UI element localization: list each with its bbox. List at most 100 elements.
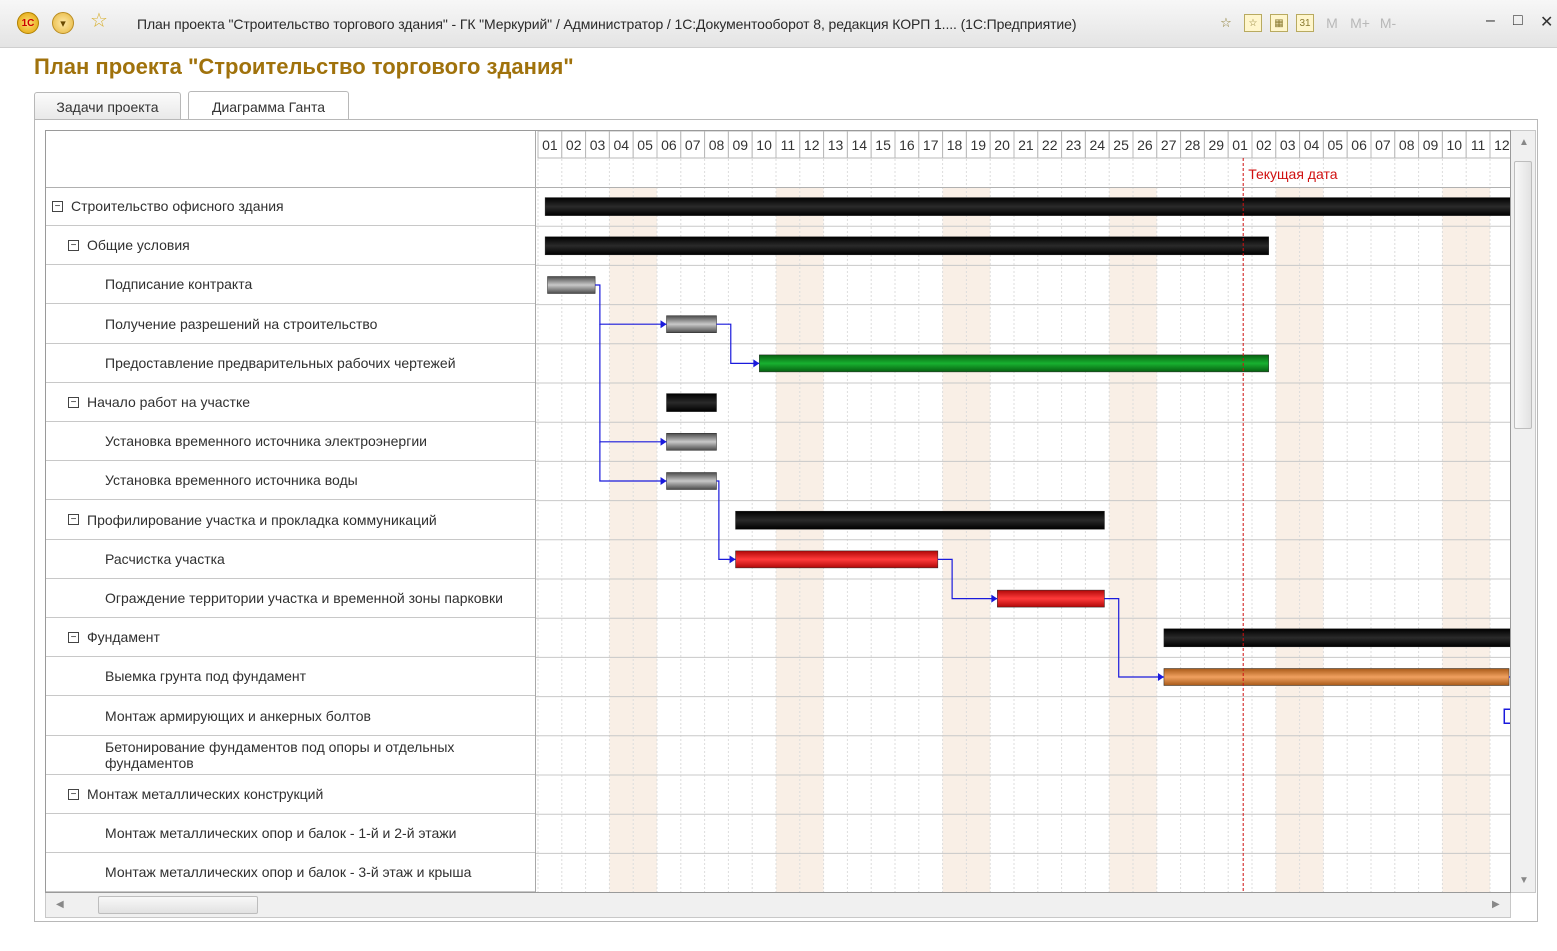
summary-bar bbox=[735, 510, 1105, 530]
current-date-label: Текущая дата bbox=[1248, 166, 1338, 182]
day-header-label: 06 bbox=[1351, 137, 1367, 153]
day-header-label: 17 bbox=[923, 137, 939, 153]
gantt-timeline[interactable]: 01 02 03 04 05 06 07 08 09 10 11 12 13 14 15 16 17 18 19 20… bbox=[536, 131, 1511, 893]
task-row[interactable]: Бетонирование фундаментов под опоры и от… bbox=[46, 736, 536, 775]
day-header-label: 02 bbox=[566, 137, 582, 153]
scroll-right-icon[interactable]: ▶ bbox=[1492, 899, 1500, 910]
task-row[interactable]: Монтаж армирующих и анкерных болтов bbox=[46, 697, 536, 736]
task-row[interactable]: Предоставление предварительных рабочих ч… bbox=[46, 344, 536, 383]
task-label: Профилирование участка и прокладка комму… bbox=[87, 511, 437, 528]
task-group-row[interactable]: − Строительство офисного здания bbox=[46, 187, 536, 226]
task-bar bbox=[666, 472, 717, 490]
day-header-label: 01 bbox=[1232, 137, 1248, 153]
day-header-label: 07 bbox=[1375, 137, 1391, 153]
task-row[interactable]: Ограждение территории участка и временно… bbox=[46, 579, 536, 618]
task-bar bbox=[1163, 668, 1510, 686]
day-header-label: 08 bbox=[709, 137, 725, 153]
horizontal-scroll-thumb[interactable] bbox=[98, 896, 258, 914]
day-header-label: 28 bbox=[1185, 137, 1201, 153]
collapse-toggle-icon[interactable]: − bbox=[68, 788, 79, 800]
task-row[interactable]: Подписание контракта bbox=[46, 265, 536, 305]
day-header-label: 10 bbox=[756, 137, 772, 153]
column-divider[interactable] bbox=[535, 131, 536, 892]
task-row[interactable]: Расчистка участка bbox=[46, 540, 536, 579]
task-row[interactable]: Монтаж металлических опор и балок - 3-й … bbox=[46, 853, 536, 892]
vertical-scrollbar[interactable]: ▲ ▼ bbox=[1511, 130, 1536, 893]
calculator-icon[interactable]: ▦ bbox=[1270, 14, 1288, 32]
day-header-label: 19 bbox=[971, 137, 987, 153]
day-header-label: 11 bbox=[1471, 137, 1486, 153]
task-row[interactable]: Установка временного источника воды bbox=[46, 461, 536, 501]
task-label: Монтаж металлических опор и балок - 3-й … bbox=[105, 864, 472, 881]
day-header-label: 13 bbox=[828, 137, 844, 153]
maximize-button[interactable]: □ bbox=[1513, 12, 1523, 30]
title-toolbar: ☆ ☆ ▦ 31 M M+ M- bbox=[1216, 11, 1398, 35]
task-bar bbox=[997, 589, 1105, 608]
summary-bar bbox=[1163, 628, 1510, 648]
task-label: Начало работ на участке bbox=[87, 394, 251, 410]
day-header-label: 15 bbox=[875, 137, 891, 153]
collapse-toggle-icon[interactable]: − bbox=[52, 200, 63, 212]
dependency-link bbox=[716, 480, 736, 560]
task-group-row[interactable]: − Фундамент bbox=[46, 618, 536, 658]
header-separator bbox=[46, 187, 1510, 188]
scroll-left-icon[interactable]: ◀ bbox=[56, 899, 64, 910]
day-header-label: 03 bbox=[1280, 137, 1296, 153]
task-bar bbox=[666, 433, 717, 451]
collapse-toggle-icon[interactable]: − bbox=[68, 239, 79, 251]
task-label: Ограждение территории участка и временно… bbox=[105, 590, 503, 606]
favorites-list-icon[interactable]: ☆ bbox=[1244, 14, 1262, 32]
day-header-label: 24 bbox=[1090, 137, 1106, 153]
summary-bar bbox=[544, 236, 1269, 256]
scroll-down-icon[interactable]: ▼ bbox=[1519, 875, 1529, 886]
task-group-row[interactable]: − Начало работ на участке bbox=[46, 383, 536, 422]
task-group-row[interactable]: − Общие условия bbox=[46, 226, 536, 266]
memory-plus-button[interactable]: M+ bbox=[1350, 13, 1370, 33]
day-header-label: 22 bbox=[1042, 137, 1058, 153]
day-header-label: 03 bbox=[590, 137, 606, 153]
vertical-scroll-thumb[interactable] bbox=[1514, 161, 1532, 429]
day-header-label: 05 bbox=[637, 137, 653, 153]
task-label: Получение разрешений на строительство bbox=[105, 315, 378, 332]
collapse-toggle-icon[interactable]: − bbox=[68, 514, 79, 526]
summary-bar bbox=[666, 393, 717, 412]
window-title-bar: 1С ▾ ☆ План проекта "Строительство торго… bbox=[0, 0, 1557, 48]
summary-bar bbox=[544, 197, 1510, 216]
horizontal-scrollbar[interactable]: ◀ ▶ bbox=[45, 893, 1511, 918]
calendar-icon[interactable]: 31 bbox=[1296, 14, 1314, 32]
dependency-arrow bbox=[991, 594, 998, 603]
dependency-arrow bbox=[660, 320, 667, 329]
task-row[interactable]: Монтаж металлических опор и балок - 1-й … bbox=[46, 814, 536, 854]
dependency-link bbox=[1503, 708, 1510, 724]
task-group-row[interactable]: − Монтаж металлических конструкций bbox=[46, 775, 536, 814]
dependency-arrow bbox=[729, 555, 736, 564]
tab-project-tasks[interactable]: Задачи проекта bbox=[34, 92, 181, 120]
task-label: Монтаж армирующих и анкерных болтов bbox=[105, 707, 371, 724]
day-header-label: 06 bbox=[661, 137, 677, 153]
add-favorite-icon[interactable]: ☆ bbox=[1216, 13, 1236, 33]
task-group-row[interactable]: − Профилирование участка и прокладка комм… bbox=[46, 501, 536, 540]
task-row[interactable]: Установка временного источника электроэн… bbox=[46, 422, 536, 462]
day-header-label: 04 bbox=[1304, 137, 1320, 153]
close-button[interactable]: ✕ bbox=[1540, 12, 1553, 32]
task-row[interactable]: Выемка грунта под фундамент bbox=[46, 657, 536, 697]
tab-gantt-chart[interactable]: Диаграмма Ганта bbox=[188, 91, 349, 121]
memory-minus-button[interactable]: M- bbox=[1378, 13, 1398, 33]
task-row[interactable]: Получение разрешений на строительство bbox=[46, 305, 536, 344]
task-label: Монтаж металлических конструкций bbox=[87, 786, 324, 802]
main-menu-button[interactable]: ▾ bbox=[52, 12, 74, 34]
scroll-up-icon[interactable]: ▲ bbox=[1519, 137, 1529, 148]
day-header-label: 27 bbox=[1161, 137, 1177, 153]
day-header-label: 02 bbox=[1256, 137, 1272, 153]
memory-m-button[interactable]: M bbox=[1322, 13, 1342, 33]
minimize-button[interactable]: – bbox=[1486, 12, 1495, 30]
collapse-toggle-icon[interactable]: − bbox=[68, 631, 79, 643]
task-label: Расчистка участка bbox=[105, 550, 225, 567]
day-header-label: 08 bbox=[1399, 137, 1415, 153]
favorite-star-icon[interactable]: ☆ bbox=[88, 9, 110, 32]
1c-logo-icon[interactable]: 1С bbox=[17, 12, 39, 34]
day-header-label: 23 bbox=[1066, 137, 1082, 153]
collapse-toggle-icon[interactable]: − bbox=[68, 396, 79, 408]
task-bar bbox=[547, 276, 596, 294]
task-label: Строительство офисного здания bbox=[71, 198, 284, 214]
